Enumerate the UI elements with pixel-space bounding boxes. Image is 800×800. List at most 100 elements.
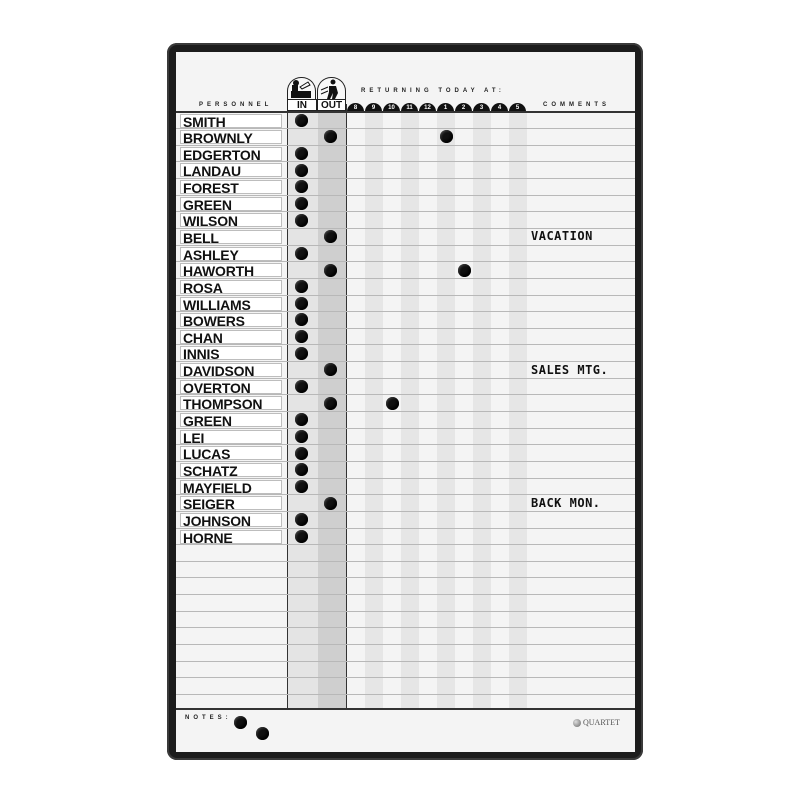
in-magnet[interactable]	[294, 113, 308, 127]
in-magnet[interactable]	[294, 346, 308, 360]
personnel-name[interactable]: ASHLEY	[180, 246, 282, 262]
walking-out-icon	[317, 77, 346, 99]
personnel-name[interactable]: JOHNSON	[180, 512, 282, 528]
row-divider	[176, 643, 635, 645]
personnel-name[interactable]: GREEN	[180, 196, 282, 212]
personnel-name[interactable]: GREEN	[180, 413, 282, 428]
personnel-name[interactable]: SMITH	[180, 113, 282, 129]
in-magnet[interactable]	[294, 446, 308, 460]
desk-worker-icon	[287, 77, 316, 99]
out-label: OUT	[317, 99, 346, 111]
out-magnet[interactable]	[323, 230, 337, 244]
row-divider	[176, 128, 635, 130]
brand-logo: QUARTET	[573, 718, 620, 727]
quartet-logo-icon	[573, 718, 581, 727]
spare-magnet[interactable]	[234, 716, 247, 729]
row-divider	[176, 460, 635, 462]
personnel-name[interactable]: SEIGER	[180, 496, 282, 511]
brand-name: QUARTET	[583, 718, 620, 727]
personnel-name[interactable]: MAYFIELD	[180, 479, 282, 495]
personnel-name[interactable]: OVERTON	[180, 379, 282, 395]
personnel-name[interactable]: INNIS	[180, 346, 282, 361]
personnel-name[interactable]: SCHATZ	[180, 462, 282, 478]
in-magnet[interactable]	[294, 313, 308, 327]
row-divider	[176, 627, 635, 629]
comment-note[interactable]: VACATION	[531, 229, 593, 243]
in-magnet[interactable]	[294, 479, 308, 493]
row-divider	[176, 660, 635, 662]
personnel-name[interactable]: ROSA	[180, 279, 282, 295]
row-divider	[176, 211, 635, 213]
row-divider	[176, 544, 635, 546]
comment-note[interactable]: SALES MTG.	[531, 363, 608, 377]
personnel-name[interactable]: EDGERTON	[180, 146, 282, 162]
row-divider	[176, 510, 635, 512]
personnel-name[interactable]: WILSON	[180, 213, 282, 228]
in-magnet[interactable]	[294, 463, 308, 477]
row-divider	[176, 427, 635, 429]
personnel-name[interactable]: BROWNLY	[180, 130, 282, 145]
row-divider	[176, 444, 635, 446]
hour-column-stripe	[473, 112, 491, 708]
personnel-name[interactable]: CHAN	[180, 329, 282, 345]
return-time-magnet[interactable]	[385, 396, 399, 410]
spare-magnet[interactable]	[256, 727, 269, 740]
hour-column-stripe	[509, 112, 527, 708]
row-divider	[176, 244, 635, 246]
row-divider	[176, 577, 635, 579]
notes-label: NOTES:	[185, 715, 232, 721]
personnel-name[interactable]: LEI	[180, 429, 282, 445]
personnel-name[interactable]: FOREST	[180, 180, 282, 195]
comment-note[interactable]: BACK MON.	[531, 496, 601, 510]
in-magnet[interactable]	[294, 513, 308, 527]
personnel-name[interactable]: LUCAS	[180, 446, 282, 461]
returning-header: RETURNING TODAY AT:	[361, 88, 505, 94]
notes-rule	[176, 708, 635, 710]
personnel-name[interactable]: DAVIDSON	[180, 363, 282, 378]
personnel-name[interactable]: LANDAU	[180, 163, 282, 178]
personnel-name[interactable]: WILLIAMS	[180, 296, 282, 312]
row-divider	[176, 294, 635, 296]
personnel-name[interactable]: BOWERS	[180, 313, 282, 328]
row-divider	[176, 594, 635, 596]
row-divider	[176, 693, 635, 695]
hour-column-stripe	[365, 112, 383, 708]
hour-column-stripe	[401, 112, 419, 708]
hour-column-stripe	[437, 112, 455, 708]
personnel-name[interactable]: BELL	[180, 229, 282, 245]
out-magnet[interactable]	[323, 496, 337, 510]
personnel-name[interactable]: HORNE	[180, 529, 282, 545]
out-magnet[interactable]	[323, 396, 337, 410]
return-time-magnet[interactable]	[439, 130, 453, 144]
personnel-name[interactable]: THOMPSON	[180, 396, 282, 411]
in-magnet[interactable]	[294, 330, 308, 344]
row-divider	[176, 677, 635, 679]
return-time-magnet[interactable]	[457, 263, 471, 277]
in-magnet[interactable]	[294, 429, 308, 443]
in-magnet[interactable]	[294, 413, 308, 427]
in-magnet[interactable]	[294, 280, 308, 294]
in-magnet[interactable]	[294, 163, 308, 177]
personnel-header: PERSONNEL	[199, 102, 273, 108]
in-magnet[interactable]	[294, 246, 308, 260]
in-magnet[interactable]	[294, 147, 308, 161]
out-magnet[interactable]	[323, 263, 337, 277]
header-rule	[176, 111, 635, 113]
comments-header: COMMENTS	[543, 102, 610, 108]
in-label: IN	[287, 99, 317, 111]
in-magnet[interactable]	[294, 213, 308, 227]
in-magnet[interactable]	[294, 180, 308, 194]
in-magnet[interactable]	[294, 296, 308, 310]
row-divider	[176, 477, 635, 479]
in-magnet[interactable]	[294, 197, 308, 210]
personnel-name[interactable]: HAWORTH	[180, 263, 282, 278]
out-magnet[interactable]	[323, 363, 337, 377]
in-magnet[interactable]	[294, 529, 308, 543]
in-magnet[interactable]	[294, 380, 308, 394]
row-divider	[176, 560, 635, 562]
row-divider	[176, 178, 635, 180]
row-divider	[176, 344, 635, 346]
out-magnet[interactable]	[323, 130, 337, 144]
row-divider	[176, 261, 635, 263]
row-divider	[176, 610, 635, 612]
